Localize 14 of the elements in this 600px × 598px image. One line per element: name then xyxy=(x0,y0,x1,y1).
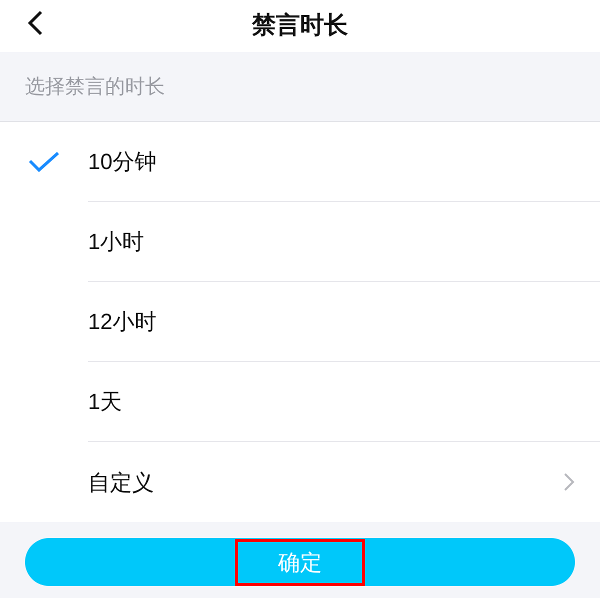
page-title: 禁言时长 xyxy=(252,11,348,41)
option-row[interactable]: 12小时 xyxy=(0,282,600,362)
option-row[interactable]: 自定义 xyxy=(0,442,600,522)
option-label: 10分钟 xyxy=(88,148,156,176)
option-row[interactable]: 1天 xyxy=(0,362,600,442)
back-icon[interactable] xyxy=(26,10,44,36)
option-label: 12小时 xyxy=(88,308,156,336)
option-label: 1小时 xyxy=(88,228,144,256)
option-row[interactable]: 1小时 xyxy=(0,202,600,282)
section-label: 选择禁言的时长 xyxy=(25,74,165,100)
option-label: 自定义 xyxy=(88,468,154,496)
option-label: 1天 xyxy=(88,388,122,416)
option-row[interactable]: 10分钟 xyxy=(0,122,600,202)
chevron-right-icon xyxy=(563,472,575,492)
